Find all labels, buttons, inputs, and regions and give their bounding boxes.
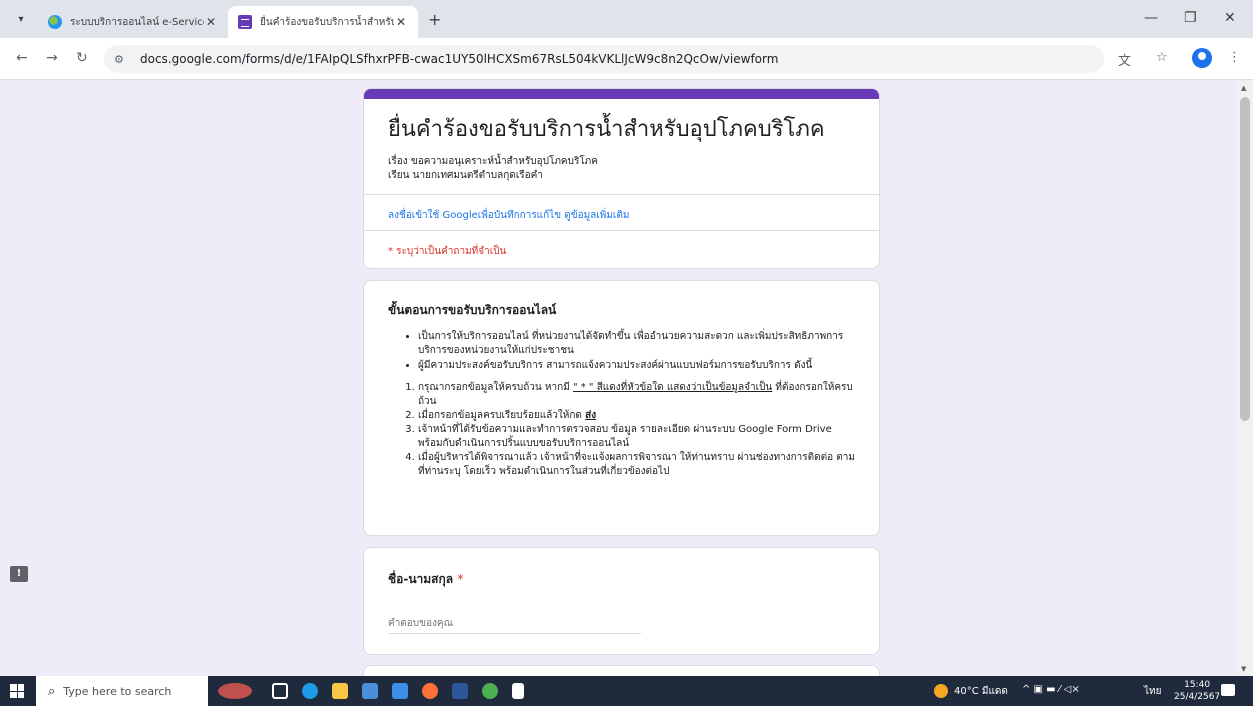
document-icon[interactable] [512, 683, 524, 699]
numbered-steps: กรุณากรอกข้อมูลให้ครบถ้วน หากมี " * " สี… [388, 381, 855, 479]
divider [364, 194, 879, 195]
question-text: ชื่อ-นามสกุล [388, 572, 454, 586]
chrome-icon[interactable] [482, 683, 498, 699]
scroll-thumb[interactable] [1240, 97, 1250, 421]
form-title: ยื่นคำร้องขอรับบริการน้ำสำหรับอุปโภคบริโ… [388, 117, 825, 142]
clock-time: 15:40 [1184, 680, 1211, 690]
tab-google-form[interactable]: ยื่นคำร้องขอรับบริการน้ำสำหรับอุปโภ ✕ [228, 6, 418, 38]
taskbar-search-box[interactable]: ⌕ Type here to search [36, 676, 208, 706]
taskbar-clock[interactable]: 15:40 25/4/2567 [1174, 679, 1220, 703]
weather-icon [934, 684, 948, 698]
description-line: เรียน นายกเทศมนตรีตำบลกุดเรือคำ [388, 170, 543, 181]
url-text: docs.google.com/forms/d/e/1FAIpQLSfhxrPF… [140, 52, 779, 66]
file-explorer-icon[interactable] [332, 683, 348, 699]
scroll-down-icon[interactable]: ▼ [1241, 665, 1246, 673]
learn-more-link[interactable]: ดูข้อมูลเพิ่มเติม [564, 210, 629, 221]
search-placeholder: Type here to search [63, 684, 172, 698]
required-hint: " * " สีแดงที่หัวข้อใด แสดงว่าเป็นข้อมูล… [572, 382, 773, 393]
list-item: เจ้าหน้าที่ได้รับข้อความและทำการตรวจสอบ … [418, 423, 855, 451]
report-feedback-icon[interactable]: ! [10, 566, 28, 582]
forward-arrow-icon[interactable]: → [46, 50, 58, 66]
translate-icon[interactable]: 文 [1118, 50, 1131, 69]
globe-icon [48, 15, 62, 29]
new-tab-button[interactable]: + [428, 10, 441, 29]
list-item: เป็นการให้บริการออนไลน์ ที่หน่วยงานได้จั… [418, 330, 855, 358]
question-label: ชื่อ-นามสกุล * [388, 570, 855, 589]
bullet-list: เป็นการให้บริการออนไลน์ ที่หน่วยงานได้จั… [388, 330, 855, 373]
weather-text[interactable]: 40°C มีแดด [954, 684, 1008, 699]
question-card-fullname: ชื่อ-นามสกุล * คำตอบของคุณ [363, 547, 880, 655]
task-view-icon[interactable] [272, 683, 288, 699]
address-bar[interactable]: ⚙ docs.google.com/forms/d/e/1FAIpQLSfhxr… [104, 45, 1104, 73]
back-arrow-icon[interactable]: ← [16, 50, 28, 66]
tab-search-chevron-icon[interactable]: ▾ [10, 8, 32, 30]
profile-avatar[interactable] [1192, 48, 1212, 68]
required-asterisk: * [457, 572, 464, 586]
form-description: เรื่อง ขอความอนุเคราะห์น้ำสำหรับอุปโภคบร… [364, 145, 879, 183]
word-icon[interactable] [452, 683, 468, 699]
minimize-icon[interactable]: — [1144, 10, 1158, 26]
next-question-card [363, 665, 880, 676]
windows-taskbar: ⌕ Type here to search 40°C มีแดด ^ ▣ ▬ ⁄… [0, 676, 1253, 706]
tab-title: ระบบบริการออนไลน์ e-Services [70, 16, 204, 28]
form-page: ยื่นคำร้องขอรับบริการน้ำสำหรับอุปโภคบริโ… [0, 81, 1237, 676]
tab-eservices[interactable]: ระบบบริการออนไลน์ e-Services ✕ [38, 6, 228, 38]
form-header-card: ยื่นคำร้องขอรับบริการน้ำสำหรับอุปโภคบริโ… [363, 88, 880, 269]
reload-icon[interactable]: ↻ [76, 50, 88, 66]
language-indicator[interactable]: ไทย [1144, 684, 1161, 699]
clock-date: 25/4/2567 [1174, 692, 1221, 702]
browser-titlebar: ▾ ระบบบริการออนไลน์ e-Services ✕ ยื่นคำร… [0, 0, 1253, 38]
signin-link[interactable]: ลงชื่อเข้าใช้ Google [388, 210, 478, 221]
description-line: เรื่อง ขอความอนุเคราะห์น้ำสำหรับอุปโภคบร… [388, 156, 598, 167]
store-icon[interactable] [362, 683, 378, 699]
site-info-icon[interactable]: ⚙ [114, 53, 134, 66]
steps-heading: ขั้นตอนการขอรับบริการออนไลน์ [388, 303, 557, 317]
submit-hint: ส่ง [585, 410, 597, 421]
windows-start-icon[interactable] [10, 684, 24, 698]
restore-icon[interactable]: ❐ [1184, 10, 1197, 26]
system-tray-icons[interactable]: ^ ▣ ▬ ⁄ ◁× [1022, 684, 1080, 695]
tab-title: ยื่นคำร้องขอรับบริการน้ำสำหรับอุปโภ [260, 16, 394, 28]
scroll-up-icon[interactable]: ▲ [1241, 84, 1246, 92]
close-window-icon[interactable]: ✕ [1224, 10, 1236, 26]
google-forms-icon [238, 15, 252, 29]
divider [364, 230, 879, 231]
star-icon[interactable]: ☆ [1156, 50, 1168, 65]
list-item: เมื่อผู้บริหารได้พิจารณาแล้ว เจ้าหน้าที่… [418, 451, 855, 479]
widgets-icon[interactable] [218, 683, 252, 699]
close-tab-icon[interactable]: ✕ [204, 15, 218, 29]
signin-text: เพื่อบันทึกการแก้ไข [477, 210, 562, 221]
step-text: กรุณากรอกข้อมูลให้ครบถ้วน หากมี [418, 382, 573, 393]
accent-bar [364, 89, 879, 99]
page-scrollbar[interactable]: ▲ ▼ [1237, 81, 1253, 676]
step-text: เมื่อกรอกข้อมูลครบเรียบร้อยแล้วให้กด [418, 410, 586, 421]
list-item: ผู้มีความประสงค์ขอรับบริการ สามารถแจ้งคว… [418, 359, 855, 373]
edge-icon[interactable] [302, 683, 318, 699]
mail-icon[interactable] [392, 683, 408, 699]
list-item: เมื่อกรอกข้อมูลครบเรียบร้อยแล้วให้กด ส่ง [418, 409, 855, 423]
list-item: กรุณากรอกข้อมูลให้ครบถ้วน หากมี " * " สี… [418, 381, 855, 409]
firefox-icon[interactable] [422, 683, 438, 699]
browser-toolbar: ← → ↻ ⚙ docs.google.com/forms/d/e/1FAIpQ… [0, 38, 1253, 80]
search-icon: ⌕ [48, 683, 56, 699]
signin-notice: ลงชื่อเข้าใช้ Googleเพื่อบันทึกการแก้ไข … [388, 208, 629, 223]
fullname-input[interactable]: คำตอบของคุณ [388, 612, 641, 634]
required-note: * ระบุว่าเป็นคำถามที่จำเป็น [388, 246, 507, 257]
notification-center-icon[interactable] [1221, 684, 1235, 696]
more-menu-icon[interactable]: ⋮ [1228, 50, 1241, 65]
close-tab-icon[interactable]: ✕ [394, 15, 408, 29]
steps-card: ขั้นตอนการขอรับบริการออนไลน์ เป็นการให้บ… [363, 280, 880, 536]
